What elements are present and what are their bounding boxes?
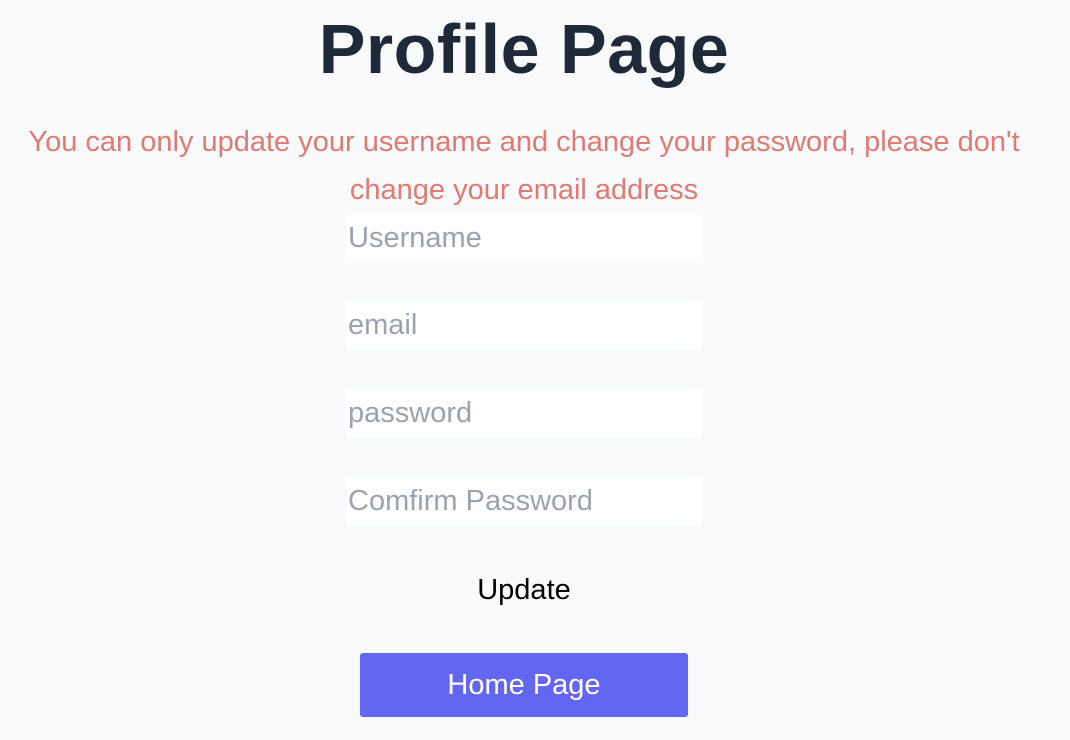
password-input[interactable] [346, 389, 702, 437]
username-input[interactable] [346, 214, 702, 262]
confirm-password-input[interactable] [346, 477, 702, 525]
page-title: Profile Page [318, 10, 730, 88]
email-input[interactable] [346, 301, 702, 349]
profile-page: Profile Page You can only update your us… [0, 0, 1070, 740]
update-button[interactable]: Update [424, 566, 624, 614]
home-page-button[interactable]: Home Page [360, 653, 688, 717]
update-notice: You can only update your username and ch… [28, 126, 1020, 206]
